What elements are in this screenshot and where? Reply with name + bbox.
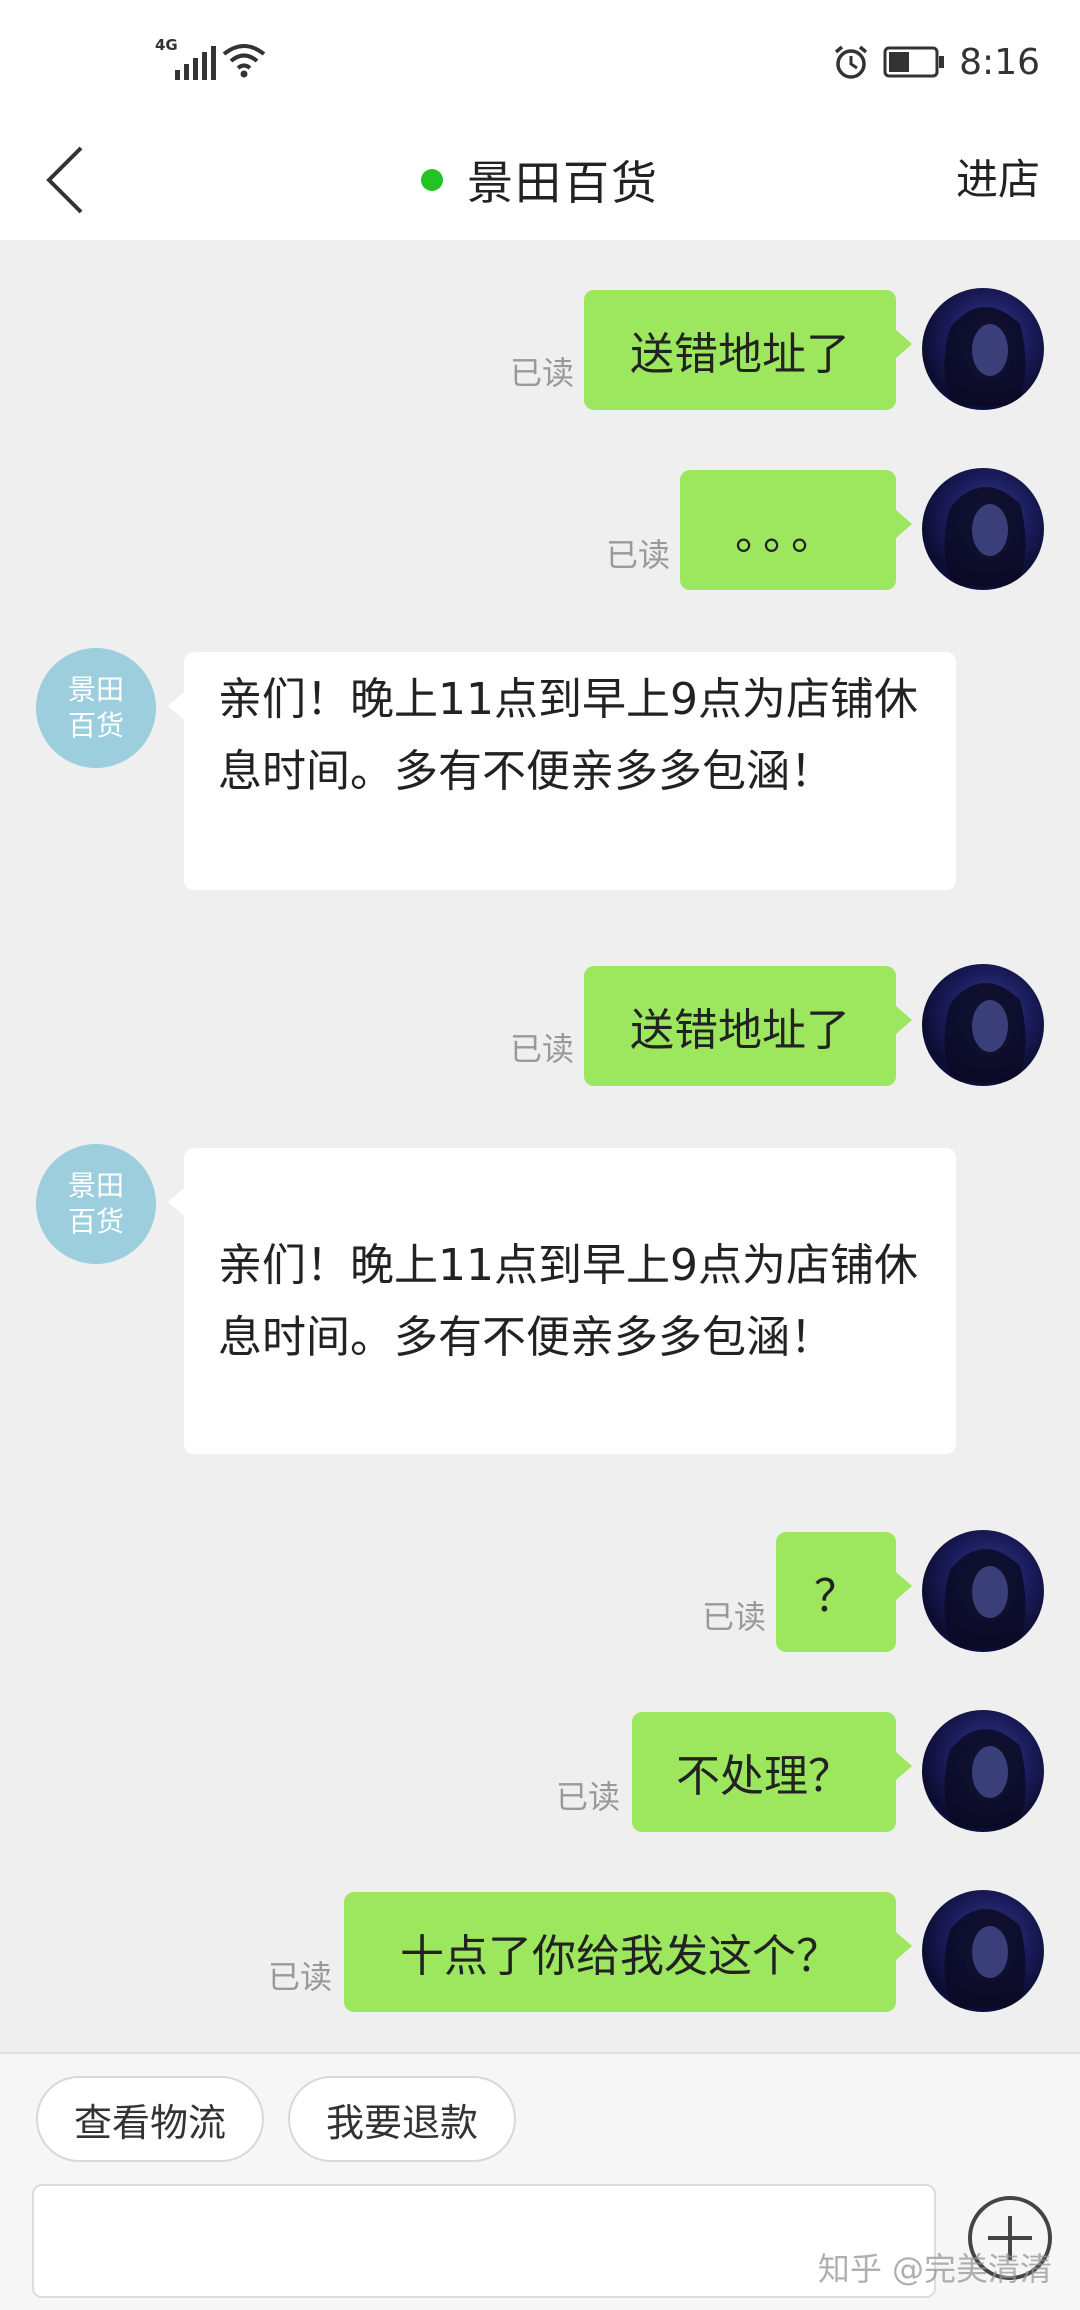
avatar[interactable] — [922, 1890, 1044, 2012]
message-text: 亲们！晚上11点到早上9点为店铺休息时间。多有不便亲多多包涵！ — [218, 1240, 918, 1363]
shop-avatar-label-line1: 景田 — [67, 1169, 124, 1202]
avatar[interactable] — [922, 1710, 1044, 1832]
enter-shop-button[interactable]: 进店 — [956, 120, 1040, 240]
message-text: 送错地址了 — [630, 1005, 850, 1056]
message-bubble-sent[interactable]: 不处理？ — [632, 1712, 912, 1832]
chat-message-list[interactable]: 已读 送错地址了 已读 。。。 景田 百货 亲们！晚上11点到早上9点为店铺休息… — [0, 240, 1080, 2052]
message-bubble-sent[interactable]: 送错地址了 — [584, 290, 912, 410]
message-text: 不处理？ — [676, 1751, 852, 1802]
battery-icon — [883, 46, 945, 78]
avatar[interactable] — [922, 288, 1044, 410]
chat-header: 景田百货 进店 — [0, 120, 1080, 240]
message-row: 已读 送错地址了 — [0, 964, 1080, 1088]
clock-time: 8:16 — [959, 41, 1040, 83]
button-label: 查看物流 — [73, 2100, 226, 2145]
message-text: 送错地址了 — [630, 329, 850, 380]
shop-avatar[interactable]: 景田 百货 — [36, 648, 156, 768]
button-label: 我要退款 — [325, 2100, 478, 2145]
read-status: 已读 — [509, 1030, 574, 1068]
avatar[interactable] — [922, 964, 1044, 1086]
bottom-action-bar: 查看物流 我要退款 知乎 @完美清清 — [0, 2052, 1080, 2310]
message-bubble-sent[interactable]: 。。。 — [680, 470, 912, 590]
message-row: 已读 。。。 — [0, 468, 1080, 592]
user-avatar-icon — [944, 1548, 1026, 1648]
message-text: 十点了你给我发这个？ — [400, 1931, 840, 1982]
read-status: 已读 — [509, 354, 574, 392]
signal-icon — [175, 46, 216, 80]
avatar[interactable] — [922, 1530, 1044, 1652]
message-bubble-received[interactable]: 亲们！晚上11点到早上9点为店铺休息时间。多有不便亲多多包涵！ — [168, 1148, 956, 1454]
message-text: ？ — [814, 1571, 858, 1622]
online-status-dot — [421, 169, 443, 191]
status-bar: 4G 8:16 — [0, 0, 1080, 120]
message-bubble-sent[interactable]: 十点了你给我发这个？ — [344, 1892, 912, 2012]
message-bubble-received[interactable]: 亲们！晚上11点到早上9点为店铺休息时间。多有不便亲多多包涵！ — [168, 652, 956, 890]
message-row: 已读 十点了你给我发这个？ — [0, 1890, 1080, 2014]
read-status: 已读 — [267, 1958, 332, 1996]
message-row: 景田 百货 亲们！晚上11点到早上9点为店铺休息时间。多有不便亲多多包涵！ — [0, 1144, 1080, 1456]
message-row: 景田 百货 亲们！晚上11点到早上9点为店铺休息时间。多有不便亲多多包涵！ — [0, 648, 1080, 890]
read-status: 已读 — [605, 536, 670, 574]
shop-avatar[interactable]: 景田 百货 — [36, 1144, 156, 1264]
message-row: 已读 不处理？ — [0, 1710, 1080, 1834]
shop-avatar-label-line2: 百货 — [67, 709, 124, 742]
message-text: 亲们！晚上11点到早上9点为店铺休息时间。多有不便亲多多包涵！ — [218, 674, 918, 797]
user-avatar-icon — [944, 1908, 1026, 2008]
message-text: 。。。 — [735, 509, 841, 560]
view-logistics-button[interactable]: 查看物流 — [36, 2076, 264, 2162]
request-refund-button[interactable]: 我要退款 — [288, 2076, 516, 2162]
chevron-left-icon — [46, 146, 83, 214]
shop-avatar-label-line1: 景田 — [67, 673, 124, 706]
alarm-icon — [835, 45, 868, 79]
message-bubble-sent[interactable]: 送错地址了 — [584, 966, 912, 1086]
user-avatar-icon — [944, 306, 1026, 406]
back-button[interactable] — [30, 132, 100, 228]
message-input[interactable] — [32, 2184, 936, 2298]
shop-avatar-label-line2: 百货 — [67, 1205, 124, 1238]
message-row: 已读 送错地址了 — [0, 288, 1080, 412]
read-status: 已读 — [701, 1598, 766, 1636]
page-title: 景田百货 — [467, 156, 659, 210]
message-row: 已读 ？ — [0, 1530, 1080, 1654]
avatar[interactable] — [922, 468, 1044, 590]
wifi-icon — [222, 44, 266, 78]
user-avatar-icon — [944, 1728, 1026, 1828]
message-bubble-sent[interactable]: ？ — [776, 1532, 912, 1652]
read-status: 已读 — [555, 1778, 620, 1816]
user-avatar-icon — [944, 486, 1026, 586]
watermark: 知乎 @完美清清 — [817, 2250, 1052, 2288]
user-avatar-icon — [944, 982, 1026, 1082]
